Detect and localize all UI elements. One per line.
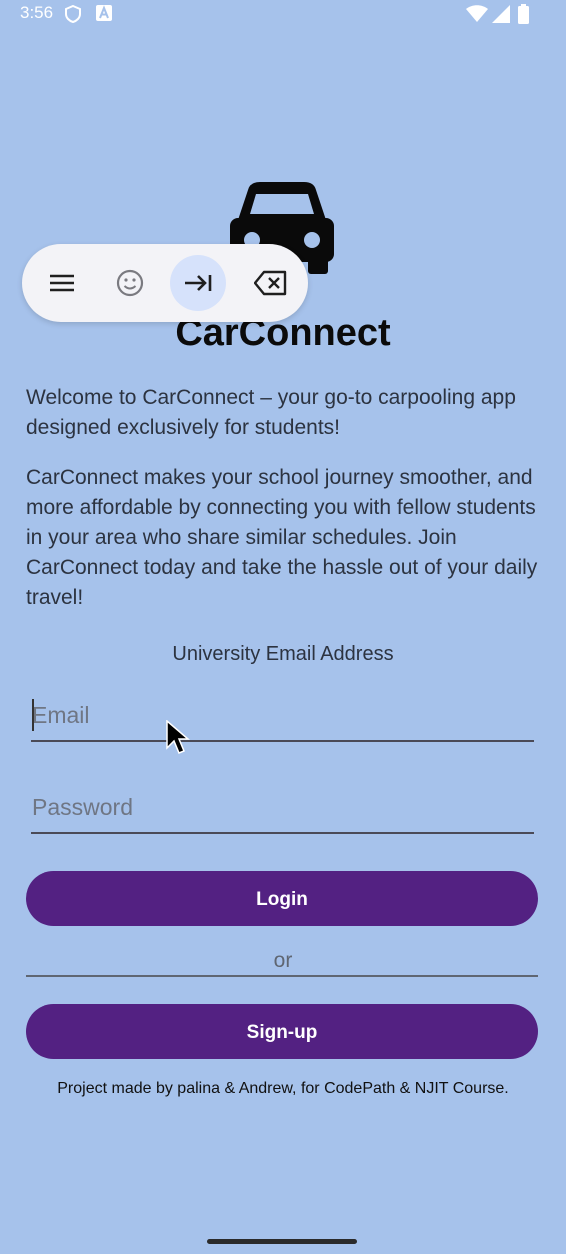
shield-icon [64, 4, 82, 28]
email-input[interactable] [31, 690, 534, 742]
email-label: University Email Address [172, 643, 394, 665]
description-text: CarConnect makes your school journey smo… [26, 466, 538, 609]
gesture-nav-handle[interactable] [207, 1239, 357, 1244]
emoji-icon[interactable] [102, 255, 158, 311]
or-separator-text: or [273, 949, 293, 972]
status-bar: 3:56 [0, 0, 566, 28]
battery-icon [518, 4, 529, 29]
text-caret [32, 699, 34, 731]
menu-icon[interactable] [34, 255, 90, 311]
password-input[interactable] [31, 782, 534, 834]
footer-credit: Project made by palina & Andrew, for Cod… [57, 1080, 509, 1097]
intro-text: Welcome to CarConnect – your go-to carpo… [26, 386, 516, 439]
signup-button[interactable]: Sign-up [26, 1004, 538, 1059]
a-notification-icon [96, 5, 112, 26]
floating-keyboard-toolbar [22, 244, 308, 322]
wifi-icon [466, 5, 488, 28]
tab-icon[interactable] [170, 255, 226, 311]
signal-icon [492, 5, 510, 28]
divider [26, 975, 538, 977]
status-time: 3:56 [20, 3, 54, 22]
backspace-icon[interactable] [240, 255, 296, 311]
mouse-cursor-icon [166, 719, 191, 761]
login-button[interactable]: Login [26, 871, 538, 926]
